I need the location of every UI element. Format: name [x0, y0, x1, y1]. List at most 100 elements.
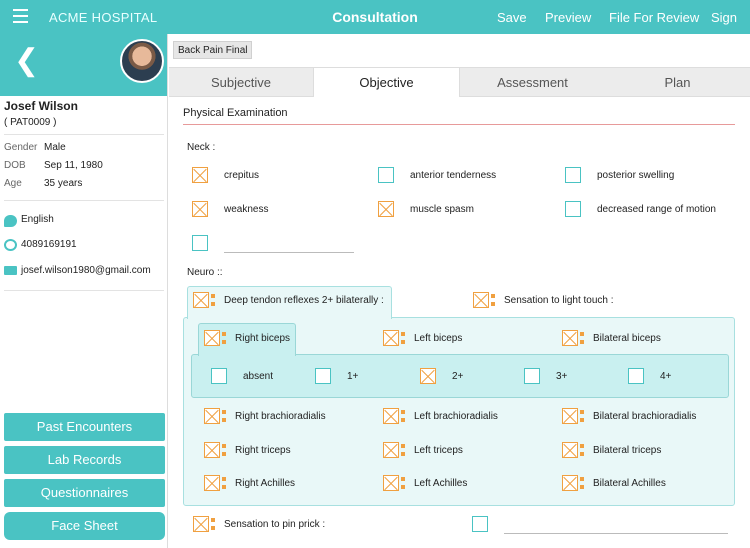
right-brachioradialis-checkbox[interactable]: [204, 408, 220, 424]
weakness-label: weakness: [224, 204, 269, 215]
patient-name: Josef Wilson: [4, 99, 78, 113]
options-icon[interactable]: [222, 332, 226, 344]
speech-bubble-icon: [4, 215, 17, 227]
options-icon[interactable]: [211, 294, 215, 306]
grade-3-label: 3+: [556, 371, 568, 382]
left-achilles-checkbox[interactable]: [383, 475, 399, 491]
pin-prick-label: Sensation to pin prick :: [224, 519, 326, 530]
bilateral-biceps-checkbox[interactable]: [562, 330, 578, 346]
tab-plan[interactable]: Plan: [605, 68, 750, 97]
avatar: [120, 39, 164, 83]
right-biceps-checkbox[interactable]: [204, 330, 220, 346]
left-triceps-checkbox[interactable]: [383, 442, 399, 458]
file-for-review-button[interactable]: File For Review: [609, 10, 699, 25]
grade-4-checkbox[interactable]: [628, 368, 644, 384]
divider: [4, 134, 164, 135]
gender-value: Male: [44, 142, 66, 153]
right-triceps-checkbox[interactable]: [204, 442, 220, 458]
posterior-swelling-checkbox[interactable]: [565, 167, 581, 183]
grade-3-checkbox[interactable]: [524, 368, 540, 384]
preview-button[interactable]: Preview: [545, 10, 591, 25]
dob-label: DOB: [4, 160, 26, 171]
left-biceps-checkbox[interactable]: [383, 330, 399, 346]
email-value[interactable]: josef.wilson1980@gmail.com: [21, 265, 151, 276]
neck-label: Neck :: [187, 142, 216, 153]
options-icon[interactable]: [222, 444, 226, 456]
options-icon[interactable]: [580, 410, 584, 422]
other-neuro-checkbox[interactable]: [472, 516, 488, 532]
options-icon[interactable]: [222, 477, 226, 489]
bilateral-brachioradialis-checkbox[interactable]: [562, 408, 578, 424]
crepitus-checkbox[interactable]: [192, 167, 208, 183]
dtr-label: Deep tendon reflexes 2+ bilaterally :: [224, 295, 384, 306]
right-biceps-label: Right biceps: [235, 333, 291, 344]
face-sheet-button[interactable]: Face Sheet: [4, 512, 165, 540]
options-icon[interactable]: [401, 477, 405, 489]
options-icon[interactable]: [580, 477, 584, 489]
bilateral-triceps-label: Bilateral triceps: [593, 445, 662, 456]
options-icon[interactable]: [401, 410, 405, 422]
other-neck-input[interactable]: [224, 252, 354, 253]
crepitus-label: crepitus: [224, 170, 260, 181]
weakness-checkbox[interactable]: [192, 201, 208, 217]
age-label: Age: [4, 178, 22, 189]
patient-id: ( PAT0009 ): [4, 117, 57, 128]
decreased-range-label: decreased range of motion: [597, 204, 716, 215]
dob-value: Sep 11, 1980: [44, 160, 103, 171]
left-achilles-label: Left Achilles: [414, 478, 468, 489]
bilateral-achilles-checkbox[interactable]: [562, 475, 578, 491]
decreased-range-checkbox[interactable]: [565, 201, 581, 217]
options-icon[interactable]: [580, 444, 584, 456]
tab-subjective[interactable]: Subjective: [169, 68, 313, 97]
questionnaires-button[interactable]: Questionnaires: [4, 479, 165, 507]
patient-header: ❮: [0, 34, 167, 96]
sign-button[interactable]: Sign: [711, 10, 737, 25]
grade-2-label: 2+: [452, 371, 464, 382]
back-chevron-icon[interactable]: ❮: [14, 46, 39, 76]
mail-icon: [4, 266, 17, 275]
options-icon[interactable]: [211, 518, 215, 530]
grade-absent-label: absent: [243, 371, 274, 382]
tab-objective[interactable]: Objective: [313, 68, 460, 97]
options-icon[interactable]: [222, 410, 226, 422]
grade-1-checkbox[interactable]: [315, 368, 331, 384]
top-bar: ACME HOSPITAL Consultation Save Preview …: [0, 0, 750, 34]
other-neck-checkbox[interactable]: [192, 235, 208, 251]
neuro-label: Neuro ::: [187, 267, 223, 278]
main-content: Back Pain Final Subjective Objective Ass…: [169, 34, 750, 548]
age-value: 35 years: [44, 178, 83, 189]
section-title: Physical Examination: [183, 107, 288, 119]
bilateral-brachioradialis-label: Bilateral brachioradialis: [593, 411, 697, 422]
options-icon[interactable]: [491, 294, 495, 306]
divider: [4, 200, 164, 201]
muscle-spasm-checkbox[interactable]: [378, 201, 394, 217]
left-triceps-label: Left triceps: [414, 445, 463, 456]
bilateral-triceps-checkbox[interactable]: [562, 442, 578, 458]
section-divider: [183, 124, 735, 125]
options-icon[interactable]: [401, 444, 405, 456]
language-value: English: [21, 214, 54, 225]
light-touch-checkbox[interactable]: [473, 292, 489, 308]
template-chip[interactable]: Back Pain Final: [173, 41, 253, 59]
right-achilles-checkbox[interactable]: [204, 475, 220, 491]
anterior-tenderness-checkbox[interactable]: [378, 167, 394, 183]
grade-1-label: 1+: [347, 371, 359, 382]
options-icon[interactable]: [580, 332, 584, 344]
other-neuro-input[interactable]: [504, 533, 728, 534]
lab-records-button[interactable]: Lab Records: [4, 446, 165, 474]
phone-icon: [4, 239, 17, 251]
pin-prick-checkbox[interactable]: [193, 516, 209, 532]
left-brachioradialis-checkbox[interactable]: [383, 408, 399, 424]
grade-4-label: 4+: [660, 371, 672, 382]
light-touch-label: Sensation to light touch :: [504, 295, 614, 306]
dtr-checkbox[interactable]: [193, 292, 209, 308]
phone-value[interactable]: 4089169191: [21, 239, 77, 250]
grade-2-checkbox[interactable]: [420, 368, 436, 384]
options-icon[interactable]: [401, 332, 405, 344]
right-achilles-label: Right Achilles: [235, 478, 296, 489]
tab-assessment[interactable]: Assessment: [460, 68, 605, 97]
muscle-spasm-label: muscle spasm: [410, 204, 474, 215]
past-encounters-button[interactable]: Past Encounters: [4, 413, 165, 441]
save-button[interactable]: Save: [497, 10, 527, 25]
grade-absent-checkbox[interactable]: [211, 368, 227, 384]
